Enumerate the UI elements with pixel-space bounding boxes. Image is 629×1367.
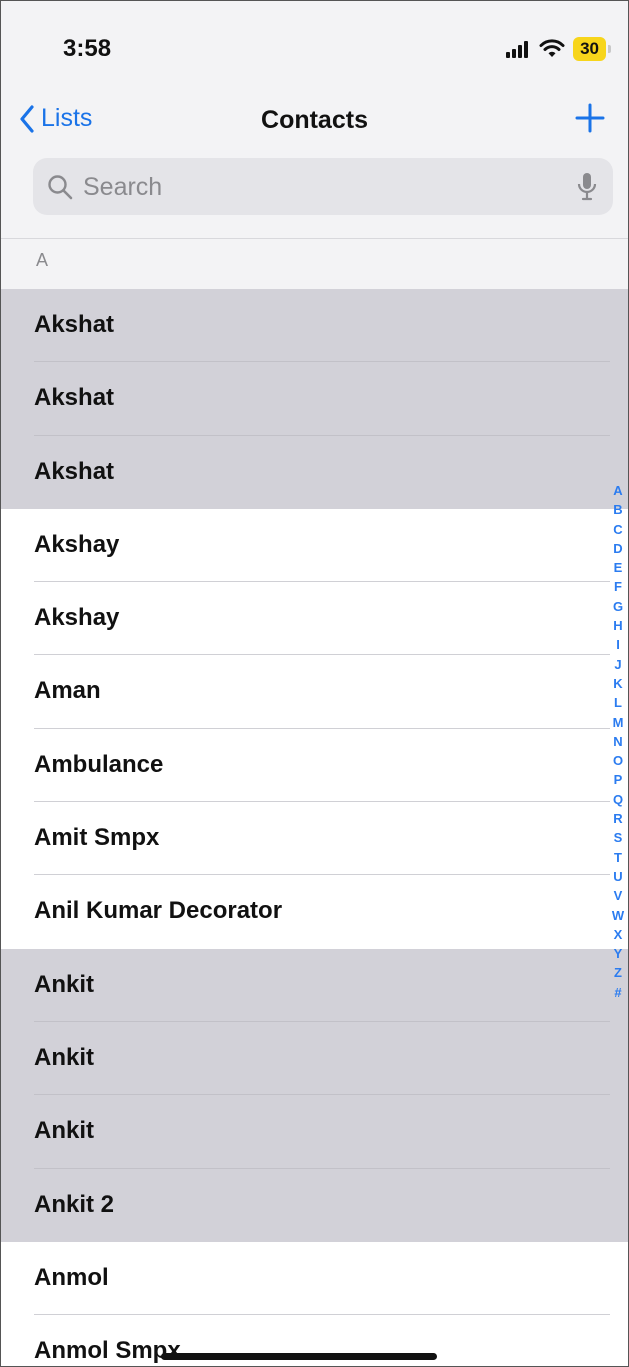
contact-name: Ankit — [34, 1117, 94, 1145]
index-letter[interactable]: U — [613, 867, 622, 886]
contact-row[interactable]: Ankit — [1, 1021, 628, 1096]
index-letter[interactable]: D — [613, 539, 622, 558]
status-bar: 3:58 30 — [1, 1, 628, 91]
contact-row[interactable]: Akshat — [1, 289, 628, 363]
section-letter: A — [36, 250, 49, 270]
contact-name: Akshat — [34, 384, 115, 412]
contact-name: Akshat — [34, 457, 115, 485]
contact-row[interactable]: Anil Kumar Decorator — [1, 875, 628, 949]
navigation-bar: Lists Contacts — [1, 96, 628, 146]
index-letter[interactable]: K — [613, 674, 622, 693]
contact-name: Amit Smpx — [34, 824, 160, 852]
index-letter[interactable]: S — [614, 828, 623, 847]
search-placeholder: Search — [83, 173, 163, 201]
index-letter[interactable]: # — [614, 983, 621, 1002]
contact-row[interactable]: Akshat — [1, 362, 628, 436]
contact-row[interactable]: Aman — [1, 655, 628, 729]
index-letter[interactable]: X — [614, 925, 623, 944]
index-letter[interactable]: W — [612, 906, 624, 925]
index-letter[interactable]: J — [614, 655, 621, 674]
index-letter[interactable]: N — [613, 732, 622, 751]
contact-name: Aman — [34, 677, 101, 705]
contact-row[interactable]: Amit Smpx — [1, 802, 628, 876]
index-letter[interactable]: E — [614, 558, 623, 577]
contact-name: Akshay — [34, 604, 120, 632]
wifi-icon — [539, 39, 565, 57]
microphone-icon[interactable] — [577, 172, 597, 202]
index-letter[interactable]: P — [614, 770, 623, 789]
index-letter[interactable]: I — [616, 635, 620, 654]
index-letter[interactable]: F — [614, 577, 622, 596]
search-field[interactable]: Search — [33, 158, 613, 215]
index-letter[interactable]: L — [614, 693, 622, 712]
contact-name: Ankit 2 — [34, 1190, 115, 1218]
index-letter[interactable]: G — [613, 597, 623, 616]
index-letter[interactable]: B — [613, 500, 622, 519]
index-letter[interactable]: A — [613, 481, 622, 500]
page-title: Contacts — [261, 106, 368, 134]
contacts-screen: 3:58 30 Lists Contacts Search A Akshat A… — [0, 0, 629, 1367]
contact-name: Akshay — [34, 530, 120, 558]
contact-list: Akshat Akshat Akshat Akshay Akshay Aman … — [1, 289, 628, 1366]
index-letter[interactable]: O — [613, 751, 623, 770]
index-letter[interactable]: C — [613, 520, 622, 539]
index-letter[interactable]: T — [614, 848, 622, 867]
index-letter[interactable]: Y — [614, 944, 623, 963]
contact-name: Ankit — [34, 1043, 94, 1071]
contact-row[interactable]: Anmol — [1, 1241, 628, 1316]
index-letter[interactable]: V — [614, 886, 623, 905]
index-letter[interactable]: Q — [613, 790, 623, 809]
section-header: A — [1, 239, 628, 289]
contact-row[interactable]: Akshat — [1, 435, 628, 509]
contact-row[interactable]: Ankit — [1, 1095, 628, 1169]
plus-icon[interactable] — [572, 100, 608, 136]
magnifier-icon — [48, 175, 73, 200]
home-indicator[interactable] — [161, 1353, 437, 1360]
contact-row[interactable]: Akshay — [1, 582, 628, 656]
contact-name: Anmol Smpx — [34, 1337, 181, 1365]
contact-name: Anil Kumar Decorator — [34, 897, 283, 925]
contact-row[interactable]: Ankit — [1, 948, 628, 1022]
index-letter[interactable]: Z — [614, 963, 622, 982]
battery-indicator: 30 — [573, 37, 611, 61]
top-bar: 3:58 30 Lists Contacts Search — [1, 1, 628, 241]
contact-row[interactable]: Akshay — [1, 508, 628, 583]
contact-name: Ankit — [34, 970, 94, 998]
status-time: 3:58 — [63, 35, 112, 62]
contact-name: Anmol — [34, 1263, 109, 1291]
contact-row[interactable]: Ankit 2 — [1, 1168, 628, 1242]
contact-name: Akshat — [34, 311, 115, 338]
status-icons: 30 — [505, 35, 611, 63]
index-letter[interactable]: H — [613, 616, 622, 635]
contact-row[interactable]: Ambulance — [1, 728, 628, 803]
index-letter[interactable]: M — [613, 713, 624, 732]
index-letter[interactable]: R — [613, 809, 622, 828]
cellular-signal-icon — [506, 41, 529, 58]
contact-name: Ambulance — [34, 750, 164, 778]
alphabet-index[interactable]: A B C D E F G H I J K L M N O P Q R S T … — [611, 481, 625, 1002]
